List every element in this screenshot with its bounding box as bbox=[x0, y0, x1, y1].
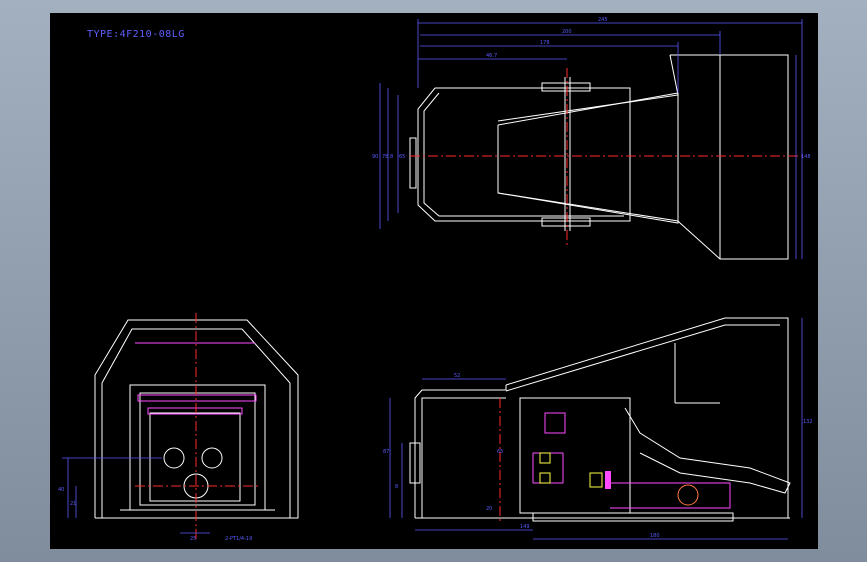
svg-text:245: 245 bbox=[598, 17, 608, 23]
cad-drawing: 245 200 178 46.7 90 78.8 65 148 40 21 25… bbox=[58, 17, 813, 542]
top-view bbox=[409, 54, 789, 260]
svg-text:90: 90 bbox=[372, 154, 378, 160]
svg-text:132: 132 bbox=[803, 419, 813, 425]
svg-text:25: 25 bbox=[190, 536, 196, 542]
viewport-frame: TYPE:4F210-08LG 245 200 178 46.7 90 78.8… bbox=[0, 0, 867, 562]
svg-text:149: 149 bbox=[520, 524, 530, 530]
svg-text:52: 52 bbox=[454, 373, 460, 379]
svg-text:78.8: 78.8 bbox=[382, 154, 393, 160]
svg-text:65: 65 bbox=[399, 154, 405, 160]
svg-text:148: 148 bbox=[801, 154, 811, 160]
svg-text:178: 178 bbox=[540, 40, 550, 46]
svg-text:87: 87 bbox=[383, 449, 389, 455]
svg-text:180: 180 bbox=[650, 533, 660, 539]
svg-text:2-PT1/4-19: 2-PT1/4-19 bbox=[225, 536, 252, 542]
svg-text:200: 200 bbox=[562, 29, 572, 35]
svg-text:65: 65 bbox=[497, 449, 503, 455]
side-view bbox=[409, 317, 791, 522]
svg-text:40: 40 bbox=[58, 487, 64, 493]
svg-text:46.7: 46.7 bbox=[486, 53, 497, 59]
svg-text:21: 21 bbox=[70, 501, 76, 507]
svg-text:8: 8 bbox=[395, 484, 398, 490]
svg-text:20: 20 bbox=[486, 506, 492, 512]
drawing-canvas[interactable]: TYPE:4F210-08LG 245 200 178 46.7 90 78.8… bbox=[50, 13, 818, 549]
